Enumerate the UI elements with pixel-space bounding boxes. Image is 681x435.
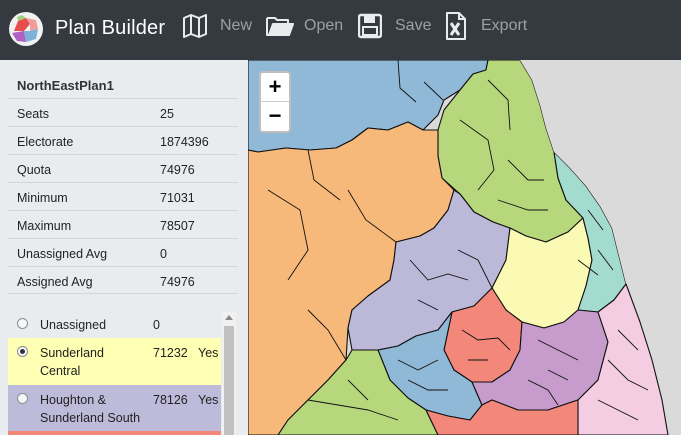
plan-name: NorthEastPlan1 [17, 78, 114, 93]
folder-open-icon [266, 17, 294, 36]
stat-row-unassigned-avg: Unassigned Avg 0 [8, 238, 238, 266]
top-navbar: Plan Builder New Open Save Export [0, 0, 681, 60]
constituency-status: Yes [198, 393, 219, 407]
map-zoom-control: + − [259, 71, 291, 133]
scroll-up-arrow-icon[interactable] [225, 315, 233, 320]
list-scrollbar[interactable] [222, 312, 236, 435]
stat-key: Maximum [17, 219, 72, 233]
constituency-name: Sunderland Central [40, 346, 104, 378]
stat-row-minimum: Minimum 71031 [8, 182, 238, 210]
stat-value: 0 [160, 247, 167, 261]
scroll-thumb[interactable] [224, 326, 234, 435]
constituency-item-houghton-sunderland-south[interactable]: Houghton & Sunderland South 78126 Yes [8, 385, 221, 431]
constituency-radio[interactable] [17, 318, 28, 329]
stat-value: 74976 [160, 163, 195, 177]
app-logo-icon [9, 12, 43, 46]
map-icon [183, 14, 207, 38]
stat-key: Quota [17, 163, 52, 177]
new-button[interactable]: New [180, 0, 254, 60]
constituency-radio[interactable] [17, 346, 28, 357]
stat-key: Seats [17, 107, 49, 121]
stat-row-seats: Seats 25 [8, 98, 238, 126]
stat-value: 1874396 [160, 135, 209, 149]
stat-key: Assigned Avg [17, 275, 93, 289]
stat-value: 74976 [160, 275, 195, 289]
constituency-population: 0 [153, 318, 160, 332]
constituency-list: Unassigned 0 Sunderland Central 71232 Ye… [8, 312, 238, 435]
zoom-in-button[interactable]: + [261, 73, 289, 102]
stat-row-assigned-avg: Assigned Avg 74976 [8, 266, 238, 294]
export-button[interactable]: Export [445, 0, 529, 60]
constituency-population: 71232 [153, 346, 188, 360]
excel-file-icon [446, 12, 466, 40]
export-label: Export [481, 17, 528, 34]
open-label: Open [304, 17, 344, 34]
constituency-radio[interactable] [17, 393, 28, 404]
constituency-item-sunderland-central[interactable]: Sunderland Central 71232 Yes [8, 338, 221, 385]
new-label: New [220, 17, 253, 34]
stat-key: Minimum [17, 191, 68, 205]
constituency-name: Unassigned [40, 318, 107, 332]
constituency-item-unassigned[interactable]: Unassigned 0 [8, 312, 221, 338]
stat-value: 78507 [160, 219, 195, 233]
constituency-name: Houghton & Sunderland South [40, 393, 141, 425]
constituency-item-partial[interactable] [8, 431, 221, 435]
stat-row-electorate: Electorate 1874396 [8, 126, 238, 154]
plan-stats-table: Seats 25 Electorate 1874396 Quota 74976 … [8, 98, 238, 294]
floppy-disk-icon [358, 13, 382, 39]
stat-key: Electorate [17, 135, 74, 149]
open-button[interactable]: Open [265, 0, 345, 60]
app-title: Plan Builder [55, 17, 166, 39]
zoom-out-button[interactable]: − [261, 102, 289, 131]
stat-value: 25 [160, 107, 174, 121]
stat-key: Unassigned Avg [17, 247, 108, 261]
stat-row-quota: Quota 74976 [8, 154, 238, 182]
map-view[interactable] [248, 60, 681, 435]
constituency-population: 78126 [153, 393, 188, 407]
constituency-map[interactable] [248, 60, 681, 435]
save-button[interactable]: Save [358, 0, 432, 60]
save-label: Save [395, 17, 432, 34]
constituency-status: Yes [198, 346, 219, 360]
stat-value: 71031 [160, 191, 195, 205]
stat-row-maximum: Maximum 78507 [8, 210, 238, 238]
